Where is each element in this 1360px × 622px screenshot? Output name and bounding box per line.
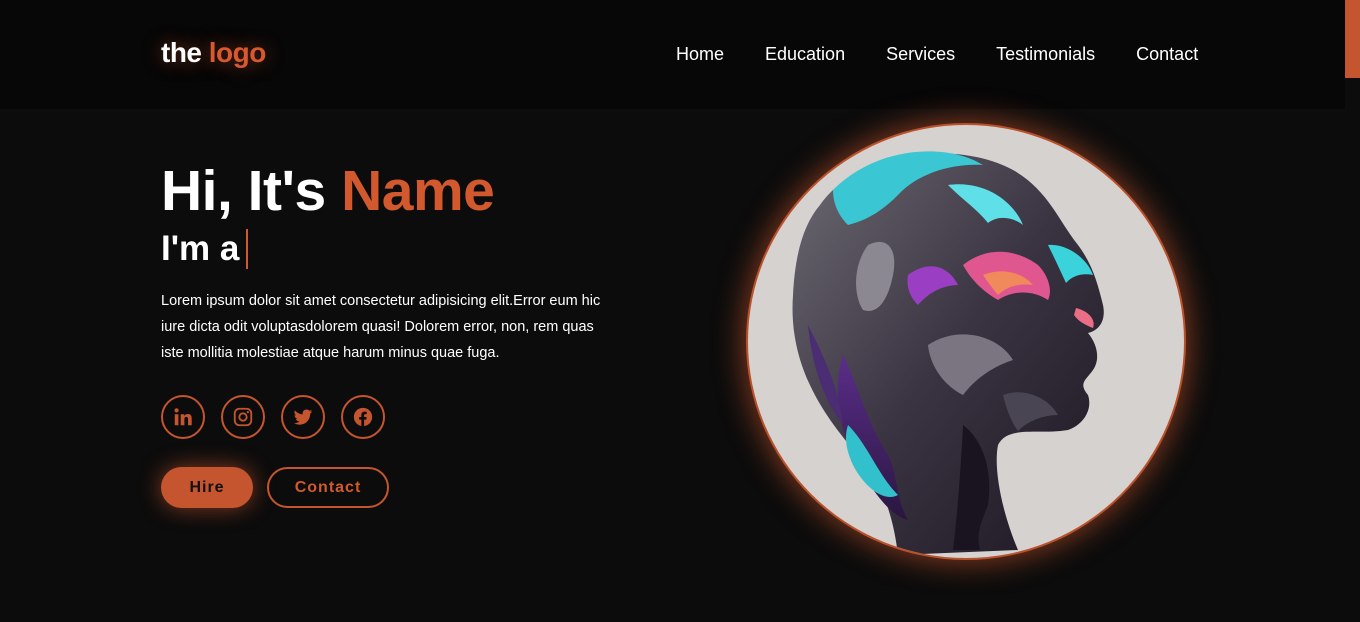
hero-subtitle-text: I'm a (161, 229, 240, 268)
social-links (161, 395, 385, 439)
hero-description: Lorem ipsum dolor sit amet consectetur a… (161, 293, 601, 361)
instagram-icon (233, 407, 253, 427)
hero-subtitle: I'm a (161, 229, 249, 269)
scrollbar-thumb[interactable] (1345, 0, 1360, 78)
twitter-link[interactable] (281, 395, 325, 439)
facebook-link[interactable] (341, 395, 385, 439)
linkedin-link[interactable] (161, 395, 205, 439)
navbar: the logo Home Education Services Testimo… (0, 0, 1345, 109)
logo-accent: logo (208, 37, 267, 68)
linkedin-icon (174, 408, 192, 426)
facebook-icon (353, 407, 373, 427)
profile-portrait (748, 125, 1184, 558)
hero-title-name: Name (341, 159, 495, 223)
nav-link-testimonials[interactable]: Testimonials (996, 44, 1095, 65)
page: the logo Home Education Services Testimo… (0, 0, 1360, 622)
nav-link-contact[interactable]: Contact (1136, 44, 1198, 65)
contact-button[interactable]: Contact (267, 467, 389, 508)
logo-prefix: the (161, 37, 202, 68)
typing-caret (246, 229, 249, 269)
hero-title: Hi, It's Name (161, 158, 495, 224)
nav-link-home[interactable]: Home (676, 44, 724, 65)
twitter-icon (293, 409, 313, 425)
nav-link-services[interactable]: Services (886, 44, 955, 65)
nav-menu: Home Education Services Testimonials Con… (676, 44, 1198, 65)
instagram-link[interactable] (221, 395, 265, 439)
nav-link-education[interactable]: Education (765, 44, 845, 65)
logo[interactable]: the logo (161, 37, 266, 69)
hire-button[interactable]: Hire (161, 467, 253, 508)
abstract-head-illustration (792, 151, 1104, 555)
hero-title-prefix: Hi, It's (161, 159, 326, 223)
